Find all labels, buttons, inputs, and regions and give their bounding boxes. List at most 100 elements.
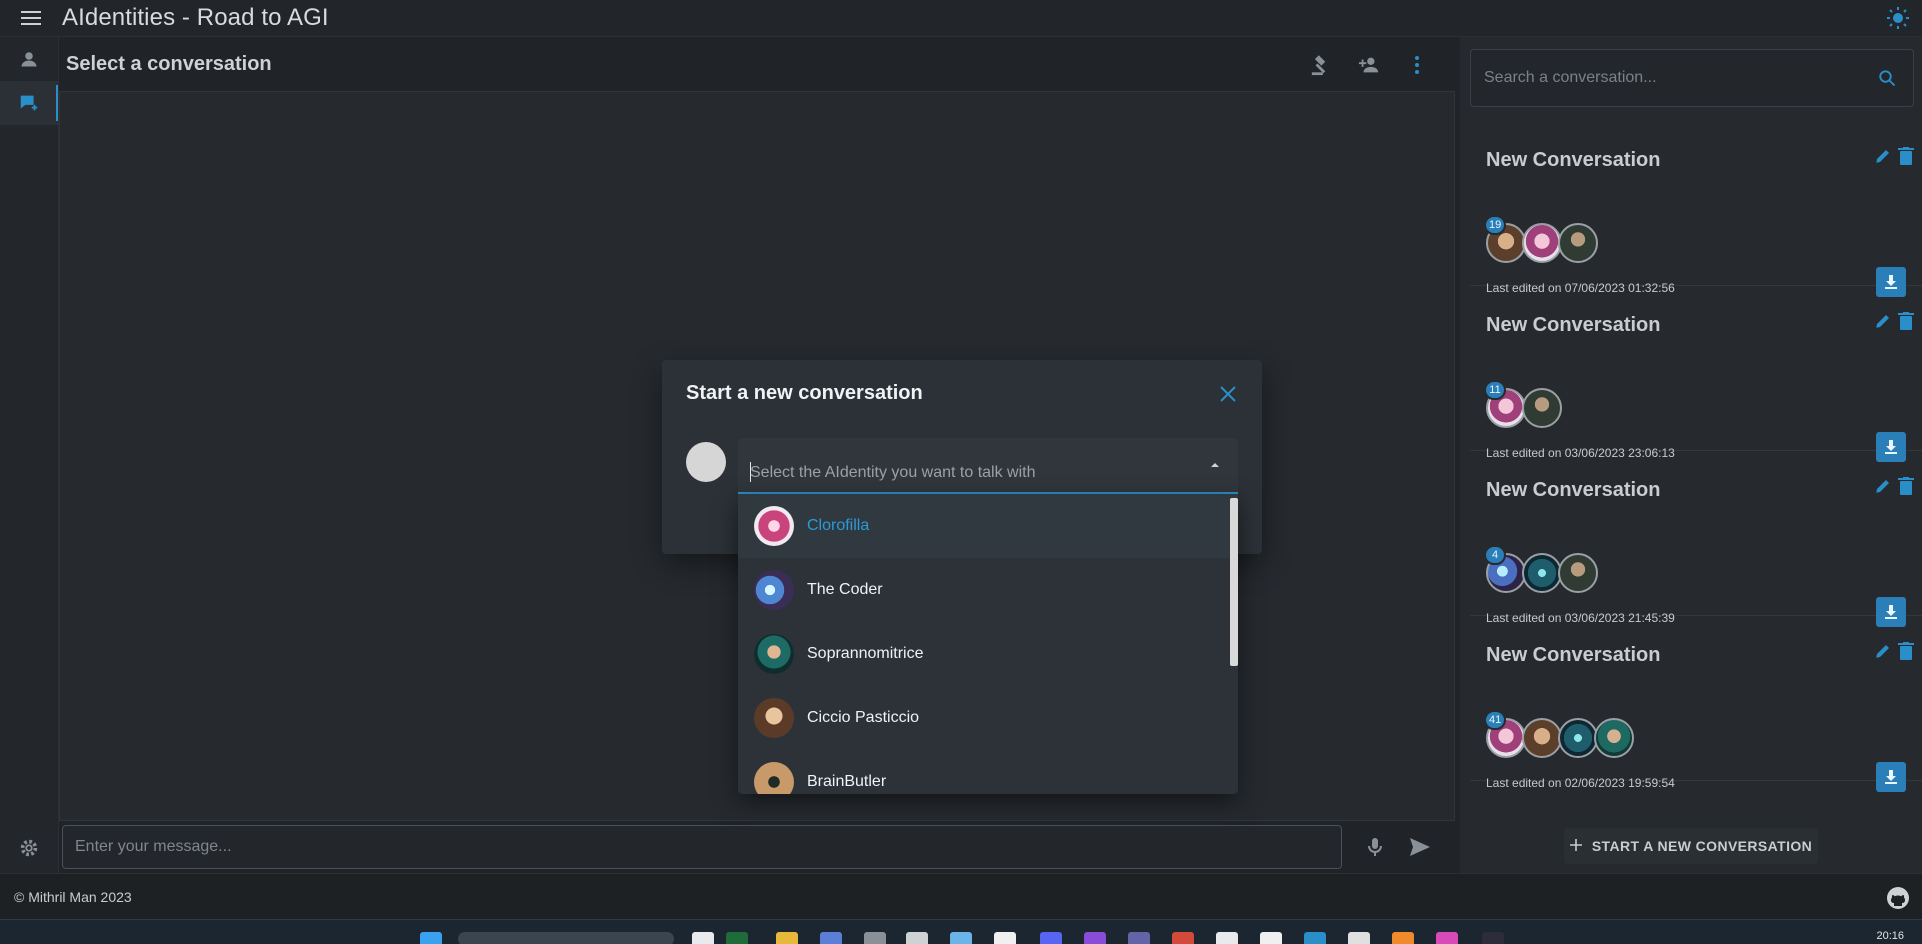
aidentity-select[interactable]: Select the AIdentity you want to talk wi…	[738, 438, 1238, 494]
delete-conversation-button[interactable]	[1898, 312, 1920, 334]
start-new-conversation-label: START A NEW CONVERSATION	[1591, 838, 1813, 854]
menu-button[interactable]	[0, 0, 62, 36]
pencil-icon	[1876, 150, 1889, 163]
taskbar-app-icon[interactable]	[692, 932, 714, 944]
caret-up-icon	[1211, 463, 1219, 467]
dropdown-option[interactable]: Soprannomitrice	[738, 622, 1238, 686]
delete-conversation-button[interactable]	[1898, 147, 1920, 169]
github-link[interactable]	[1886, 886, 1910, 910]
mic-button[interactable]	[1359, 831, 1391, 863]
conversation-card[interactable]: New Conversation 41 Last edited on 02/06…	[1470, 616, 1922, 792]
send-button[interactable]	[1404, 831, 1436, 863]
dropdown-scrollbar[interactable]	[1230, 498, 1238, 666]
trash-icon	[1898, 477, 1914, 495]
avatar	[754, 506, 794, 546]
app-footer: © Mithril Man 2023	[0, 873, 1922, 920]
conversation-card[interactable]: New Conversation 11 Last edited on 03/06…	[1470, 286, 1922, 462]
sun-icon	[1887, 7, 1909, 29]
conversation-card[interactable]: New Conversation 19 Last edited on 07/06…	[1470, 121, 1922, 297]
conversation-list: New Conversation 19 Last edited on 07/06…	[1470, 121, 1922, 792]
add-participant-button[interactable]	[1345, 45, 1393, 85]
message-count-badge: 4	[1484, 545, 1506, 565]
edit-conversation-button[interactable]	[1874, 147, 1896, 169]
taskbar-app-icon[interactable]	[1172, 932, 1194, 944]
delete-conversation-button[interactable]	[1898, 642, 1920, 664]
windows-start-icon[interactable]	[420, 932, 442, 944]
taskbar-app-icon[interactable]	[1304, 932, 1326, 944]
avatar	[1594, 718, 1634, 758]
rail-item-profile[interactable]	[0, 37, 58, 81]
taskbar-app-icon[interactable]	[1348, 932, 1370, 944]
taskbar-app-icon[interactable]	[1260, 932, 1282, 944]
conversation-card[interactable]: New Conversation 4 Last edited on 03/06/…	[1470, 451, 1922, 627]
search-input[interactable]	[1471, 68, 1867, 88]
plus-icon	[1569, 838, 1582, 854]
dropdown-option[interactable]: The Coder	[738, 558, 1238, 622]
search-button[interactable]	[1867, 58, 1907, 98]
taskbar-app-icon[interactable]	[820, 932, 842, 944]
theme-toggle-button[interactable]	[1886, 6, 1910, 30]
taskbar-app-icon[interactable]	[1128, 932, 1150, 944]
copyright-text: © Mithril Man 2023	[14, 889, 132, 905]
option-label: BrainButler	[807, 773, 887, 790]
dropdown-option[interactable]: Clorofilla	[738, 494, 1238, 558]
taskbar-app-icon[interactable]	[950, 932, 972, 944]
trash-icon	[1898, 642, 1914, 660]
avatar	[1558, 718, 1598, 758]
taskbar-app-icon[interactable]	[1482, 932, 1504, 944]
rail-item-new-chat[interactable]	[0, 81, 58, 125]
participant-avatars	[1486, 718, 1634, 758]
edit-conversation-button[interactable]	[1874, 312, 1896, 334]
start-new-conversation-button[interactable]: START A NEW CONVERSATION	[1564, 828, 1818, 864]
edit-conversation-button[interactable]	[1874, 642, 1896, 664]
option-label: Ciccio Pasticcio	[807, 709, 920, 726]
taskbar-app-icon[interactable]	[726, 932, 748, 944]
trash-icon	[1898, 147, 1914, 165]
taskbar-app-icon[interactable]	[864, 932, 886, 944]
close-dialog-button[interactable]	[1214, 380, 1242, 408]
aidentity-select-placeholder: Select the AIdentity you want to talk wi…	[750, 464, 1036, 481]
moderator-button[interactable]	[1297, 45, 1345, 85]
taskbar-app-icon[interactable]	[1084, 932, 1106, 944]
avatar	[1558, 223, 1598, 263]
new-chat-icon	[20, 95, 38, 111]
taskbar-app-icon[interactable]	[1392, 932, 1414, 944]
message-count-badge: 11	[1484, 380, 1506, 400]
menu-icon	[21, 11, 41, 25]
avatar	[754, 570, 794, 610]
edit-conversation-button[interactable]	[1874, 477, 1896, 499]
option-label: Clorofilla	[807, 517, 870, 534]
dropdown-option[interactable]: BrainButler	[738, 750, 1238, 794]
chat-actions	[1297, 45, 1441, 85]
message-count-badge: 19	[1484, 215, 1507, 235]
avatar	[1522, 388, 1562, 428]
settings-button[interactable]	[0, 823, 58, 873]
chat-title: Select a conversation	[66, 52, 272, 75]
taskbar-app-icon[interactable]	[906, 932, 928, 944]
avatar	[754, 634, 794, 674]
dialog-title: Start a new conversation	[686, 382, 923, 404]
more-vert-icon	[1415, 56, 1419, 74]
folder-icon[interactable]	[776, 932, 798, 944]
dropdown-option[interactable]: Ciccio Pasticcio	[738, 686, 1238, 750]
add-person-icon	[1358, 57, 1379, 73]
taskbar-app-icon[interactable]	[1436, 932, 1458, 944]
download-conversation-button[interactable]	[1876, 762, 1906, 792]
message-input[interactable]	[62, 825, 1342, 869]
search-icon	[1879, 70, 1896, 87]
search-box	[1470, 49, 1914, 107]
delete-conversation-button[interactable]	[1898, 477, 1920, 499]
gear-icon	[20, 839, 38, 857]
dropdown-toggle-button[interactable]	[1208, 458, 1222, 472]
pencil-icon	[1876, 315, 1889, 328]
app-title: AIdentities - Road to AGI	[62, 4, 329, 31]
taskbar-app-icon[interactable]	[1216, 932, 1238, 944]
last-edited-text: Last edited on 02/06/2023 19:59:54	[1486, 776, 1675, 790]
left-rail	[0, 37, 59, 873]
person-icon	[21, 52, 37, 67]
taskbar-app-icon[interactable]	[994, 932, 1016, 944]
taskbar-app-icon[interactable]	[1040, 932, 1062, 944]
taskbar-search-icon[interactable]	[458, 932, 674, 944]
conversation-title: New Conversation	[1486, 314, 1661, 336]
more-options-button[interactable]	[1393, 45, 1441, 85]
